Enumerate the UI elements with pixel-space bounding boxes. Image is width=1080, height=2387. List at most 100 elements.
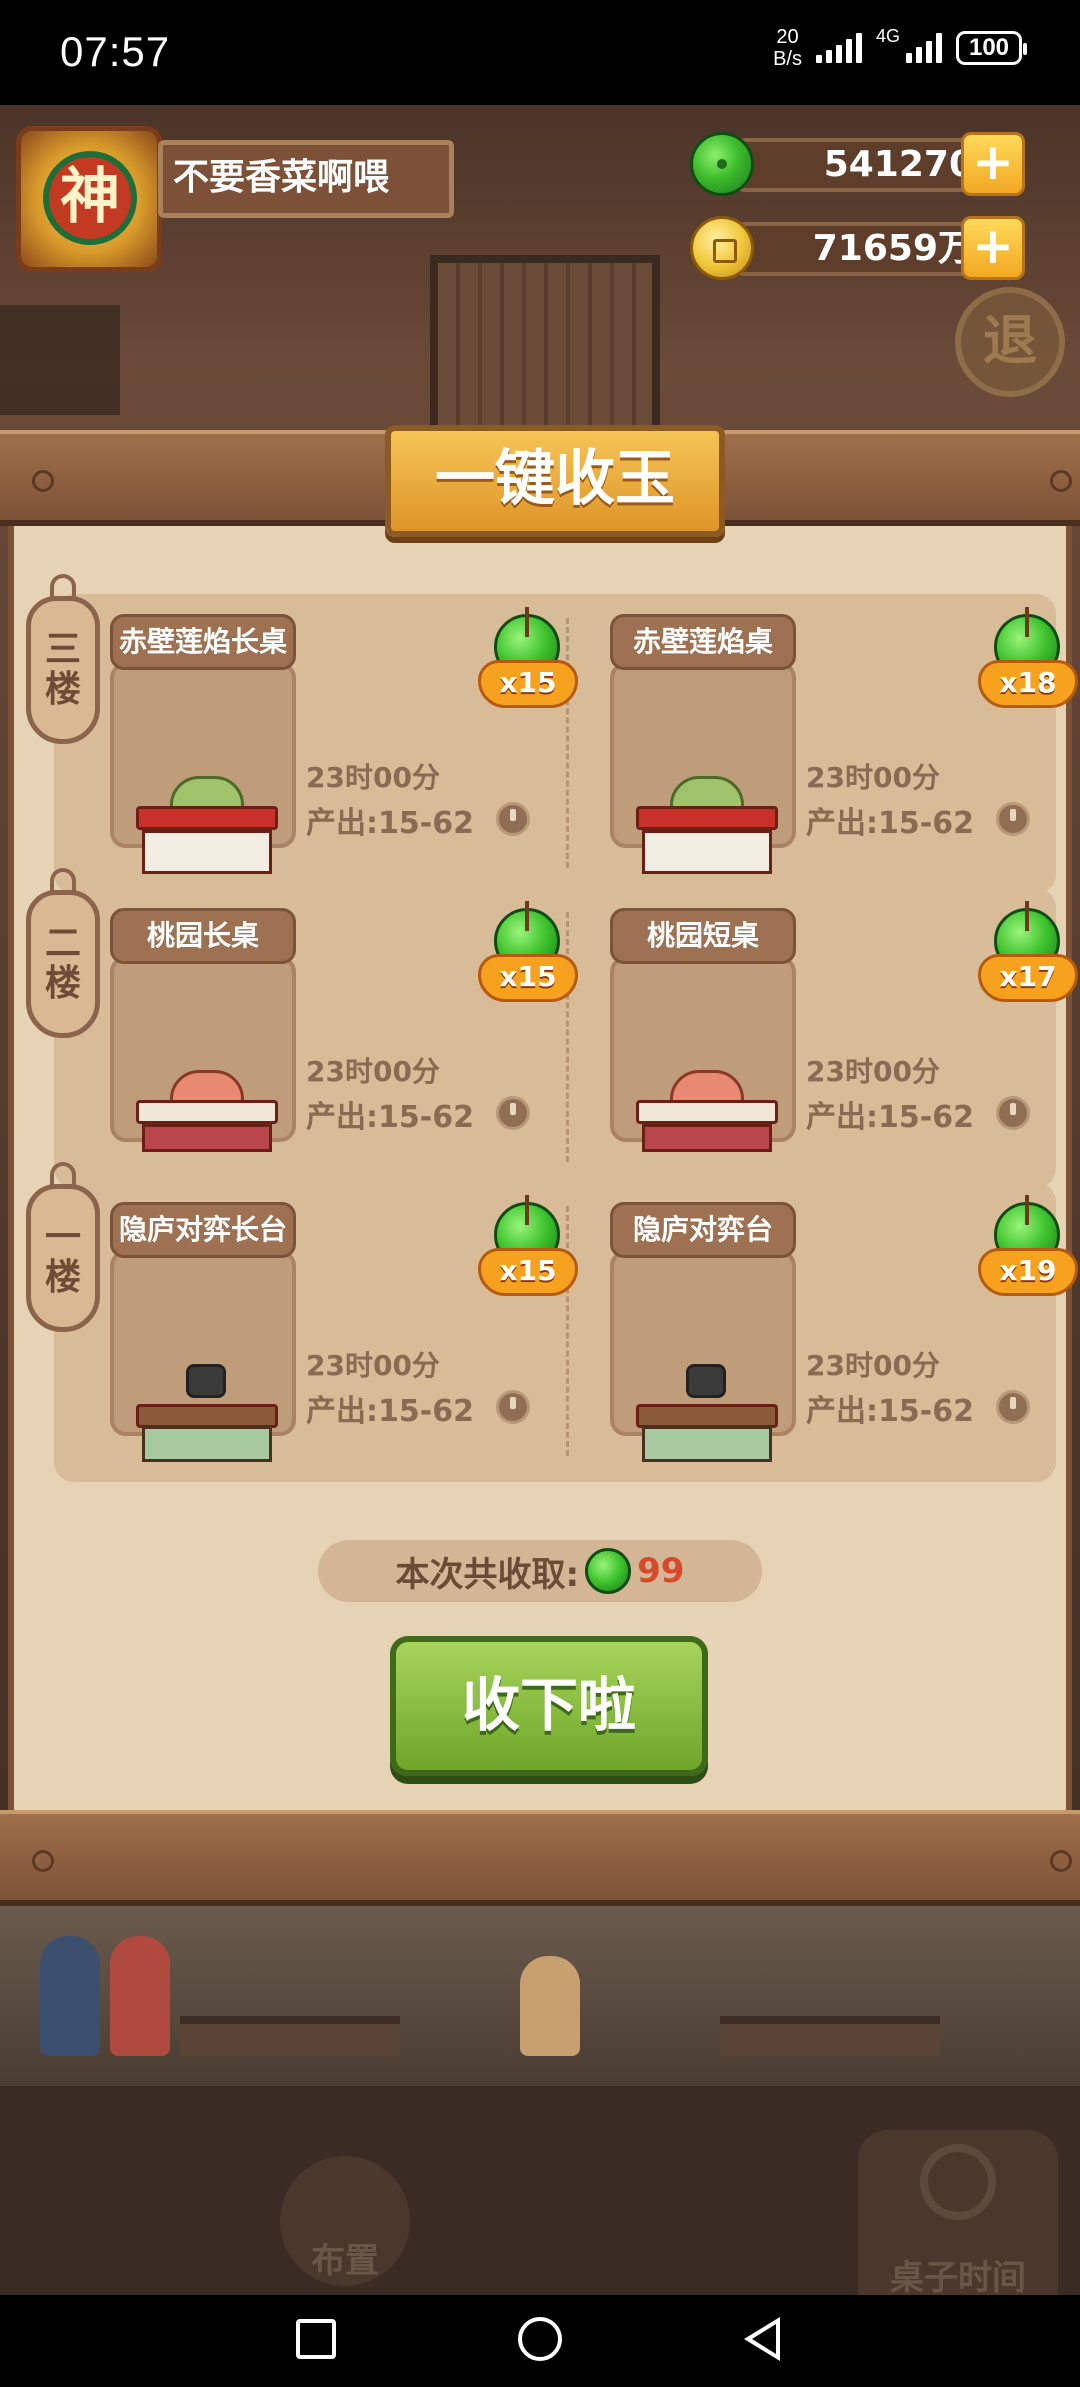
home-button[interactable] [518,2317,562,2361]
coin-currency: 71659万 + [690,216,1025,280]
status-time: 07:57 [60,28,171,75]
multiplier-count: x15 [478,660,578,708]
floor-label: 二楼 [26,890,100,1038]
table-name: 桃园短桌 [610,908,796,964]
table-image [128,1070,286,1180]
table-output: 产出:15-62 [306,1394,474,1429]
system-nav-bar [0,2295,1080,2387]
status-bar: 07:57 20 B/s 4G 100 [0,0,1080,105]
coin-icon [690,216,754,280]
table-card[interactable]: 桃园长桌 x15 23时00分 产出:15-62 [110,901,610,1168]
back-button[interactable] [744,2317,780,2361]
table-thumbnail [110,956,296,1152]
table-image [628,776,786,886]
jade-multiplier-badge: x18 [978,607,1080,714]
table-image [628,1070,786,1180]
signal-icon [815,33,862,63]
retreat-button[interactable]: 退 [955,287,1065,397]
table-name: 赤壁莲焰桌 [610,614,796,670]
table-time: 23时00分 [806,1055,940,1088]
table-output: 产出:15-62 [806,1100,974,1135]
table-image [128,1364,286,1474]
table-thumbnail [610,1250,796,1462]
battery-icon: 100 [956,31,1027,65]
table-time-button[interactable]: 桌子时间 [858,2130,1058,2310]
coin-icon [996,1390,1030,1424]
jade-icon [690,132,754,196]
scene-table [180,2016,400,2056]
avatar-emblem: 神 [43,151,137,245]
customer-figure [40,1936,100,2056]
multiplier-count: x18 [978,660,1078,708]
collect-summary: 本次共收取: 99 [318,1540,762,1602]
floor-tag-2: 二楼 [22,868,104,1038]
jade-multiplier-badge: x17 [978,901,1080,1008]
floor-row-1: 隐庐对弈长台 x15 23时00分 产出:15-62 隐庐对弈台 x19 23时… [54,1182,1078,1482]
recent-apps-button[interactable] [296,2319,336,2359]
table-thumbnail [610,956,796,1152]
table-name: 赤壁莲焰长桌 [110,614,296,670]
table-time: 23时00分 [806,761,940,794]
summary-label: 本次共收取: [395,1554,580,1595]
table-card[interactable]: 赤壁莲焰桌 x18 23时00分 产出:15-62 [610,607,1080,874]
collect-button[interactable]: 收下啦 [390,1636,708,1776]
multiplier-count: x17 [978,954,1078,1002]
add-coin-button[interactable]: + [961,216,1025,280]
table-time: 23时00分 [806,1349,940,1382]
table-output: 产出:15-62 [306,1100,474,1135]
table-image [628,1364,786,1474]
coin-icon [996,1096,1030,1130]
table-card[interactable]: 桃园短桌 x17 23时00分 产出:15-62 [610,901,1080,1168]
table-name: 隐庐对弈长台 [110,1202,296,1258]
jade-icon [585,1548,632,1594]
net-speed-unit: B/s [773,48,802,70]
avatar[interactable]: 神 [16,126,162,272]
net-speed-value: 20 [776,26,799,48]
table-time: 23时00分 [306,761,440,794]
signal-icon-2 [906,33,942,63]
customer-figure [110,1936,170,2056]
panel-title: 一键收玉 [385,425,725,537]
staff-figure [520,1956,580,2056]
table-image [128,776,286,886]
coin-amount: 71659万 [720,222,1000,276]
background-pillar [0,305,120,415]
panel-bottom-rail [0,1810,1080,1906]
jade-amount: 541270 [720,138,1000,192]
network-type: 4G [875,26,900,46]
multiplier-count: x15 [478,1248,578,1296]
jade-multiplier-badge: x15 [478,1195,582,1302]
table-card[interactable]: 隐庐对弈长台 x15 23时00分 产出:15-62 [110,1195,610,1462]
clock-icon [920,2144,996,2220]
multiplier-count: x19 [978,1248,1078,1296]
floor-label: 三楼 [26,596,100,744]
coin-icon [996,802,1030,836]
table-card[interactable]: 赤壁莲焰长桌 x15 23时00分 产出:15-62 [110,607,610,874]
jade-currency: 541270 + [690,132,1025,196]
net-speed: 20 B/s [773,26,802,70]
floor-row-2: 桃园长桌 x15 23时00分 产出:15-62 桃园短桌 x17 23时00分… [54,888,1078,1188]
rail-bolt [1050,470,1072,492]
jade-multiplier-badge: x15 [478,607,582,714]
floor-row-3: 赤壁莲焰长桌 x15 23时00分 产出:15-62 赤壁莲焰桌 x18 23时… [54,594,1078,894]
rail-bolt [32,1850,54,1872]
coin-icon [496,802,530,836]
table-thumbnail [110,1250,296,1462]
layout-button[interactable]: 布置 [280,2156,410,2286]
rail-bolt [1050,1850,1072,1872]
table-output: 产出:15-62 [806,806,974,841]
floor-tag-3: 三楼 [22,574,104,744]
floor-tag-1: 一楼 [22,1162,104,1332]
table-time: 23时00分 [306,1055,440,1088]
jade-multiplier-badge: x15 [478,901,582,1008]
table-time-label: 桌子时间 [890,2258,1026,2298]
jade-multiplier-badge: x19 [978,1195,1080,1302]
table-thumbnail [110,662,296,874]
floor-label: 一楼 [26,1184,100,1332]
add-jade-button[interactable]: + [961,132,1025,196]
summary-value: 99 [637,1551,685,1591]
status-icons: 20 B/s 4G 100 [773,26,1027,70]
restaurant-scene [0,1906,1080,2086]
table-card[interactable]: 隐庐对弈台 x19 23时00分 产出:15-62 [610,1195,1080,1462]
table-thumbnail [610,662,796,874]
